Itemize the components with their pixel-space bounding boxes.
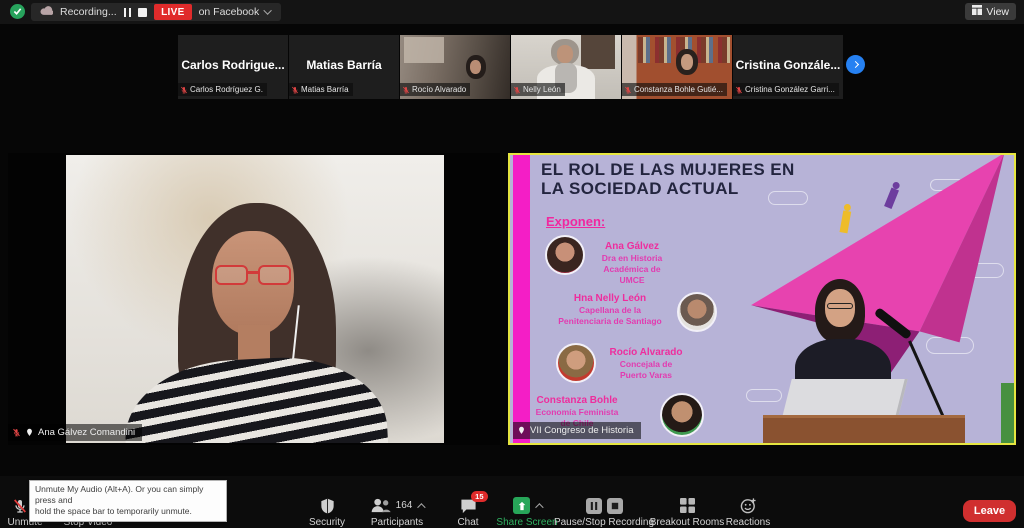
red-glasses <box>247 271 259 274</box>
reactions-button[interactable]: Reactions <box>703 497 793 528</box>
recording-status-label: Recording... <box>60 6 117 18</box>
encryption-shield-icon <box>10 4 25 19</box>
participant-name-label: Cristina González Garri... <box>733 83 839 96</box>
pause-recording-icon <box>586 498 602 514</box>
participant-video-face <box>470 60 481 74</box>
presenter-glasses <box>827 303 853 309</box>
video-background <box>581 35 615 69</box>
red-glasses <box>215 265 248 285</box>
participant-name-label: Matias Barría <box>289 83 353 96</box>
live-dropdown-caret-icon[interactable] <box>264 6 272 14</box>
breakout-rooms-icon <box>680 498 695 513</box>
red-glasses <box>258 265 291 285</box>
speaker-photo <box>677 292 717 332</box>
video-figure-face <box>212 231 294 335</box>
participant-tile-carlos[interactable]: Carlos Rodrigue... Carlos Rodríguez G. <box>178 35 288 99</box>
participant-name-label: Carlos Rodríguez G. <box>178 83 267 96</box>
muted-mic-icon <box>513 86 521 94</box>
speaker-entry: Hna Nelly León Capellana de la Penitenci… <box>546 293 674 327</box>
pause-stop-recording-label: Pause/Stop Recording <box>554 517 654 528</box>
leave-button[interactable]: Leave <box>963 500 1016 522</box>
view-grid-icon <box>972 5 982 18</box>
stop-recording-icon[interactable] <box>138 8 147 17</box>
participant-name-label: Nelly León <box>511 83 565 96</box>
shared-screen-video[interactable]: EL ROL DE LAS MUJERES EN LA SOCIEDAD ACT… <box>508 153 1016 445</box>
muted-mic-icon <box>735 86 743 94</box>
filmstrip-next-page-button[interactable] <box>846 55 865 74</box>
view-button[interactable]: View <box>965 3 1016 20</box>
chevron-right-icon <box>852 61 859 68</box>
reactions-smiley-icon <box>740 497 757 514</box>
live-target-label[interactable]: on Facebook <box>199 6 260 18</box>
participants-label: Participants <box>371 517 423 528</box>
figure-yellow <box>839 210 851 233</box>
muted-mic-icon <box>12 428 21 437</box>
participant-name-label: Constanza Bohle Gutié... <box>622 83 727 96</box>
participant-tile-cristina[interactable]: Cristina Gonzále... Cristina González Ga… <box>733 35 843 99</box>
recording-controls: Recording... LIVE on Facebook <box>31 3 281 21</box>
participant-big-name: Cristina Gonzále... <box>733 58 843 72</box>
shared-screen-name-label: VII Congreso de Historia <box>513 422 641 439</box>
participant-video-face <box>681 54 693 70</box>
striped-shirt <box>122 352 389 443</box>
muted-mic-icon <box>624 86 632 94</box>
zoom-meeting-window: Recording... LIVE on Facebook View Carlo… <box>0 0 1024 528</box>
participant-tile-rocio[interactable]: Rocío Alvarado <box>400 35 510 99</box>
muted-mic-icon <box>291 86 299 94</box>
muted-mic-icon <box>180 86 188 94</box>
slide-title: EL ROL DE LAS MUJERES EN LA SOCIEDAD ACT… <box>541 160 795 198</box>
green-plant <box>1001 383 1014 443</box>
participant-tile-matias[interactable]: Matias Barría Matias Barría <box>289 35 399 99</box>
muted-mic-icon <box>402 86 410 94</box>
participant-tile-constanza[interactable]: Constanza Bohle Gutié... <box>622 35 732 99</box>
video-background <box>404 37 444 63</box>
share-screen-icon <box>513 497 530 514</box>
slide-heading: Exponen: <box>546 214 605 229</box>
chat-label: Chat <box>457 517 478 528</box>
security-label: Security <box>309 517 345 528</box>
pin-icon <box>25 428 34 437</box>
main-video-ana[interactable]: Ana Gálvez Comandini <box>8 153 500 445</box>
shield-icon <box>320 498 335 514</box>
pin-icon <box>517 426 526 435</box>
speaker-photo <box>556 343 596 383</box>
live-badge: LIVE <box>154 4 191 20</box>
reactions-label: Reactions <box>726 517 770 528</box>
participant-big-name: Matias Barría <box>289 58 399 72</box>
participant-tile-nelly[interactable]: Nelly León <box>511 35 621 99</box>
participant-name-label: Rocío Alvarado <box>400 83 470 96</box>
pause-recording-icon[interactable] <box>124 8 132 17</box>
share-options-caret-icon[interactable] <box>535 503 543 511</box>
figure-purple <box>884 187 899 209</box>
view-label: View <box>986 6 1009 18</box>
participants-icon <box>371 498 391 513</box>
participant-video-face <box>557 45 573 63</box>
participant-big-name: Carlos Rodrigue... <box>178 58 288 72</box>
unmute-tooltip: Unmute My Audio (Alt+A). Or you can simp… <box>29 480 227 522</box>
wooden-podium <box>763 415 965 445</box>
muted-mic-icon <box>12 498 28 514</box>
cloud-recording-icon <box>40 6 53 19</box>
stop-recording-icon <box>607 498 623 514</box>
speaker-entry: Ana Gálvez Dra en Historia Académica de … <box>592 241 672 286</box>
active-speaker-name-label: Ana Gálvez Comandini <box>8 424 142 441</box>
top-bar: Recording... LIVE on Facebook View <box>0 0 1024 24</box>
speaker-photo <box>660 393 704 437</box>
speaker-photo <box>545 235 585 275</box>
speaker-entry: Rocío Alvarado Concejala de Puerto Varas <box>605 347 687 381</box>
participant-video <box>66 155 444 443</box>
participants-count: 164 <box>396 500 413 511</box>
podium-laptop <box>782 379 907 417</box>
